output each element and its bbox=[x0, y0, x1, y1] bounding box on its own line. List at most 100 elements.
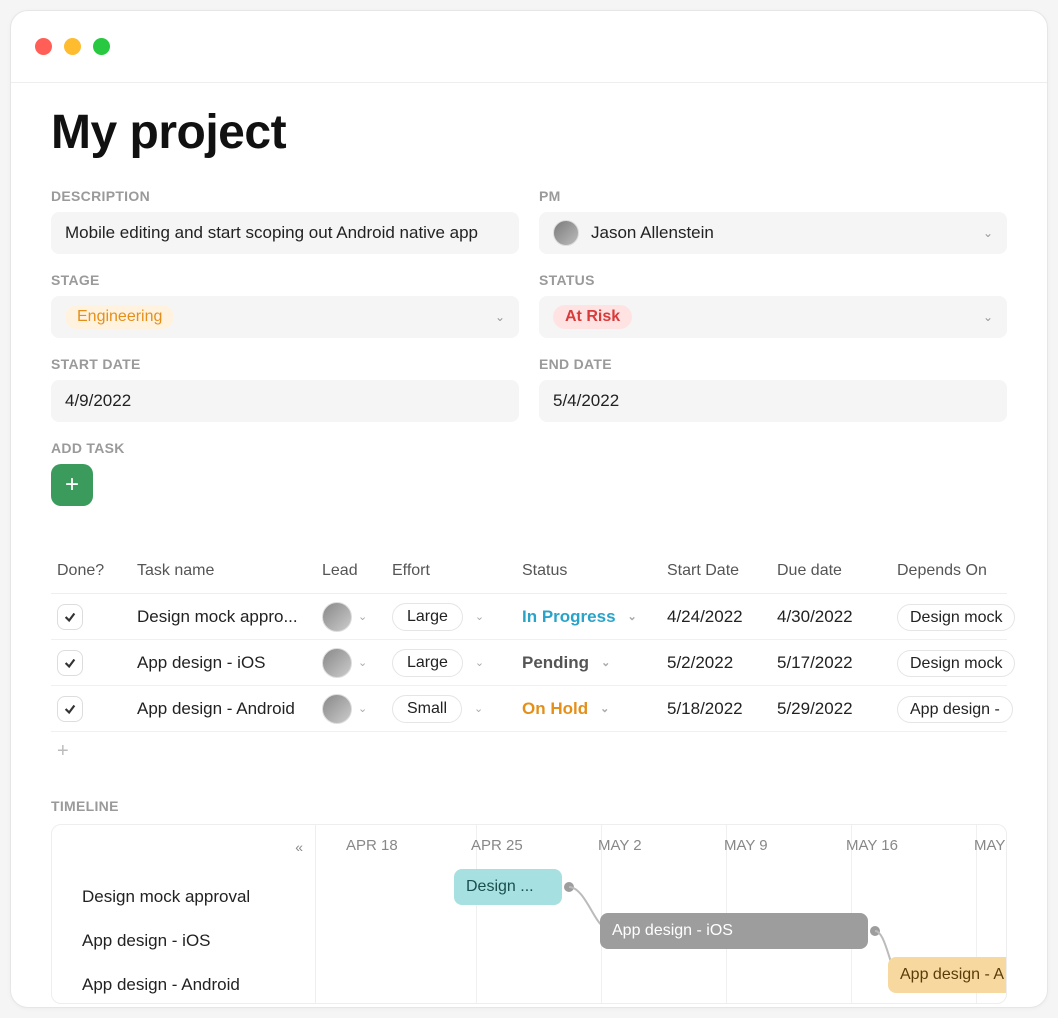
status-text: Pending bbox=[522, 653, 589, 673]
depends-cell[interactable]: App design - bbox=[897, 699, 1013, 719]
depends-cell[interactable]: Design mock bbox=[897, 607, 1015, 627]
status-cell[interactable]: Pending ⌄ bbox=[522, 653, 667, 673]
effort-cell[interactable]: Large ⌄ bbox=[392, 649, 522, 677]
plus-icon: + bbox=[57, 740, 69, 763]
collapse-icon[interactable]: « bbox=[295, 839, 303, 855]
timeline-date: MAY 9 bbox=[724, 837, 768, 854]
due-date-cell[interactable]: 4/30/2022 bbox=[777, 607, 897, 627]
start-date-label: START DATE bbox=[51, 356, 519, 372]
avatar bbox=[322, 602, 352, 632]
lead-cell[interactable]: ⌄ bbox=[322, 648, 392, 678]
status-text: On Hold bbox=[522, 699, 588, 719]
lead-cell[interactable]: ⌄ bbox=[322, 694, 392, 724]
timeline-bar-label: App design - A bbox=[900, 966, 1004, 984]
description-field: DESCRIPTION Mobile editing and start sco… bbox=[51, 188, 519, 254]
start-date-cell[interactable]: 5/2/2022 bbox=[667, 653, 777, 673]
depends-pill: Design mock bbox=[897, 650, 1015, 677]
col-task-name: Task name bbox=[137, 562, 322, 580]
done-checkbox[interactable] bbox=[57, 696, 83, 722]
col-effort: Effort bbox=[392, 562, 522, 580]
end-date-input[interactable]: 5/4/2022 bbox=[539, 380, 1007, 422]
start-date-cell[interactable]: 4/24/2022 bbox=[667, 607, 777, 627]
description-label: DESCRIPTION bbox=[51, 188, 519, 204]
timeline-date: MAY 16 bbox=[846, 837, 898, 854]
stage-label: STAGE bbox=[51, 272, 519, 288]
status-label: STATUS bbox=[539, 272, 1007, 288]
add-task-label: ADD TASK bbox=[51, 440, 1007, 456]
status-field: STATUS At Risk ⌄ bbox=[539, 272, 1007, 338]
chevron-down-icon: ⌄ bbox=[983, 226, 993, 240]
dependency-connector-icon bbox=[564, 882, 604, 932]
chevron-down-icon: ⌄ bbox=[601, 656, 610, 669]
status-cell[interactable]: On Hold ⌄ bbox=[522, 699, 667, 719]
status-text: In Progress bbox=[522, 607, 616, 627]
task-name-cell[interactable]: App design - iOS bbox=[137, 653, 322, 673]
timeline-box: « Design mock approval App design - iOS … bbox=[51, 824, 1007, 1004]
timeline-date: APR 25 bbox=[471, 837, 523, 854]
chevron-down-icon: ⌄ bbox=[474, 702, 483, 715]
timeline-task[interactable]: App design - Android bbox=[52, 963, 315, 1004]
stage-select[interactable]: Engineering ⌄ bbox=[51, 296, 519, 338]
avatar bbox=[322, 648, 352, 678]
close-icon[interactable] bbox=[35, 38, 52, 55]
chevron-down-icon: ⌄ bbox=[495, 310, 505, 324]
effort-cell[interactable]: Small ⌄ bbox=[392, 695, 522, 723]
chevron-down-icon: ⌄ bbox=[358, 656, 367, 669]
task-name-cell[interactable]: App design - Android bbox=[137, 699, 322, 719]
add-row-button[interactable]: + bbox=[51, 732, 1007, 770]
due-date-cell[interactable]: 5/17/2022 bbox=[777, 653, 897, 673]
timeline-task[interactable]: App design - iOS bbox=[52, 919, 315, 963]
effort-cell[interactable]: Large ⌄ bbox=[392, 603, 522, 631]
pm-field: PM Jason Allenstein ⌄ bbox=[539, 188, 1007, 254]
description-input[interactable]: Mobile editing and start scoping out And… bbox=[51, 212, 519, 254]
check-icon bbox=[63, 610, 77, 624]
check-icon bbox=[63, 702, 77, 716]
end-date-label: END DATE bbox=[539, 356, 1007, 372]
col-start: Start Date bbox=[667, 562, 777, 580]
minimize-icon[interactable] bbox=[64, 38, 81, 55]
due-date-cell[interactable]: 5/29/2022 bbox=[777, 699, 897, 719]
timeline-task[interactable]: Design mock approval bbox=[52, 875, 315, 919]
timeline-chart[interactable]: APR 18 APR 25 MAY 2 MAY 9 MAY 16 MAY Des… bbox=[316, 825, 1006, 1003]
maximize-icon[interactable] bbox=[93, 38, 110, 55]
table-row: App design - Android ⌄ Small ⌄ On Hold ⌄… bbox=[51, 686, 1007, 732]
timeline-bar[interactable]: Design ... bbox=[454, 869, 562, 905]
done-checkbox[interactable] bbox=[57, 650, 83, 676]
stage-pill: Engineering bbox=[65, 305, 174, 329]
add-task-button[interactable]: + bbox=[51, 464, 93, 506]
col-due: Due date bbox=[777, 562, 897, 580]
start-date-input[interactable]: 4/9/2022 bbox=[51, 380, 519, 422]
avatar bbox=[322, 694, 352, 724]
timeline-bar-label: Design ... bbox=[466, 878, 534, 896]
depends-cell[interactable]: Design mock bbox=[897, 653, 1015, 673]
timeline-label: TIMELINE bbox=[51, 798, 1007, 814]
effort-pill: Small bbox=[392, 695, 462, 723]
col-status: Status bbox=[522, 562, 667, 580]
timeline-date: MAY 2 bbox=[598, 837, 642, 854]
description-value: Mobile editing and start scoping out And… bbox=[65, 223, 478, 243]
page-title: My project bbox=[51, 105, 1007, 160]
status-select[interactable]: At Risk ⌄ bbox=[539, 296, 1007, 338]
avatar bbox=[553, 220, 579, 246]
timeline-bar[interactable]: App design - A bbox=[888, 957, 1007, 993]
timeline-task-list: « Design mock approval App design - iOS … bbox=[52, 825, 316, 1003]
effort-pill: Large bbox=[392, 603, 463, 631]
chevron-down-icon: ⌄ bbox=[983, 310, 993, 324]
pm-select[interactable]: Jason Allenstein ⌄ bbox=[539, 212, 1007, 254]
timeline-bar-label: App design - iOS bbox=[612, 922, 733, 940]
task-name-cell[interactable]: Design mock appro... bbox=[137, 607, 322, 627]
status-cell[interactable]: In Progress ⌄ bbox=[522, 607, 667, 627]
add-task-section: ADD TASK + bbox=[51, 440, 1007, 506]
timeline-bar[interactable]: App design - iOS bbox=[600, 913, 868, 949]
chevron-down-icon: ⌄ bbox=[475, 610, 484, 623]
end-date-field: END DATE 5/4/2022 bbox=[539, 356, 1007, 422]
task-table-header: Done? Task name Lead Effort Status Start… bbox=[51, 548, 1007, 594]
depends-pill: App design - bbox=[897, 696, 1013, 723]
lead-cell[interactable]: ⌄ bbox=[322, 602, 392, 632]
timeline-section: TIMELINE « Design mock approval App desi… bbox=[51, 798, 1007, 1004]
chevron-down-icon: ⌄ bbox=[358, 702, 367, 715]
pm-value: Jason Allenstein bbox=[591, 223, 714, 243]
done-checkbox[interactable] bbox=[57, 604, 83, 630]
start-date-cell[interactable]: 5/18/2022 bbox=[667, 699, 777, 719]
chevron-down-icon: ⌄ bbox=[358, 610, 367, 623]
